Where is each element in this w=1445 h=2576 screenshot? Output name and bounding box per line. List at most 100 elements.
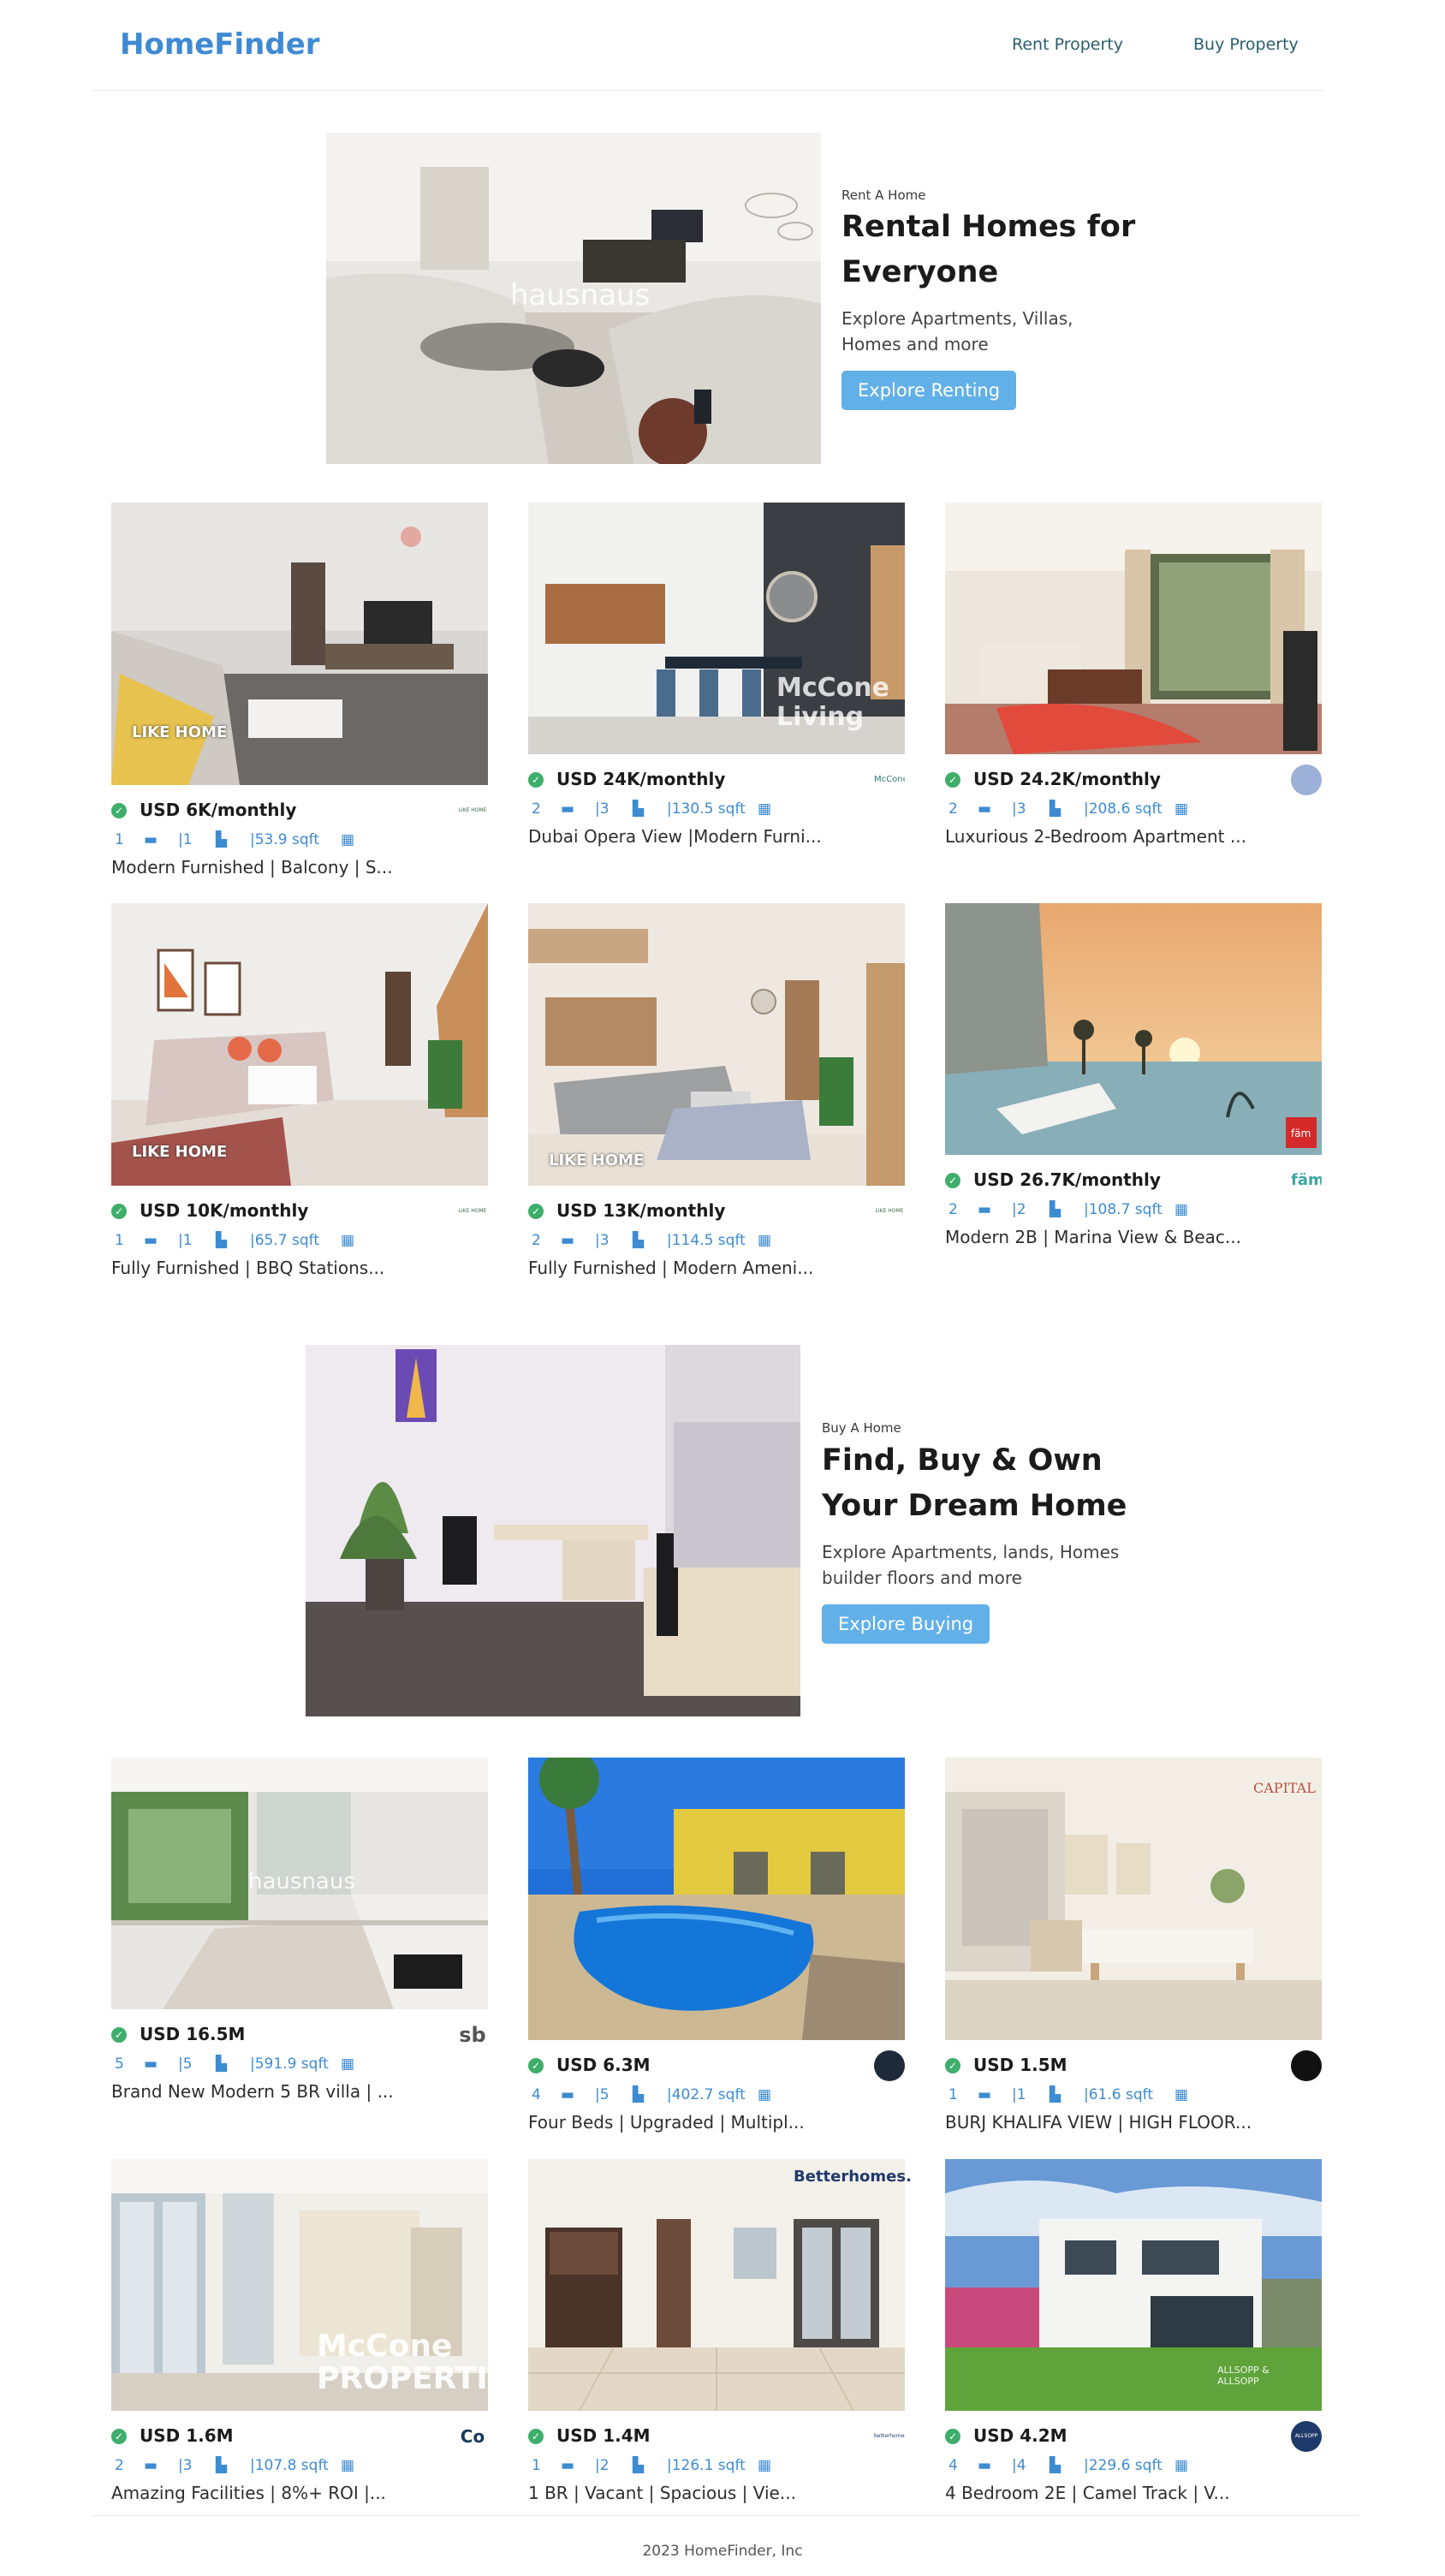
listing-image[interactable] xyxy=(528,2159,905,2411)
price-row: ✓ USD 1.6M Co xyxy=(111,2421,488,2452)
agent-logo: LIKE HOME xyxy=(457,795,488,826)
listing-title[interactable]: Luxurious 2-Bedroom Apartment ... xyxy=(945,826,1322,847)
bath-icon: ▙ xyxy=(633,800,645,818)
listing-image[interactable] xyxy=(528,1758,905,2040)
listing-title[interactable]: Fully Furnished | BBQ Stations... xyxy=(111,1258,488,1278)
listing-image[interactable] xyxy=(111,503,488,785)
listing-card[interactable]: LIKE HOME ✓ USD 13K/monthly LIKE HOME 2 … xyxy=(528,903,905,1278)
bed-icon: ▬ xyxy=(561,1232,575,1249)
baths-count: |3 xyxy=(595,800,610,818)
bed-icon: ▬ xyxy=(561,2457,575,2474)
listing-card[interactable]: LIKE HOME ✓ USD 10K/monthly LIKE HOME 1 … xyxy=(111,903,488,1278)
nav-rent-property-link[interactable]: Rent Property xyxy=(1012,35,1123,54)
listing-watermark: CAPITAL xyxy=(1253,1780,1316,1796)
area-value: |65.7 sqft xyxy=(250,1232,319,1249)
grid-icon: ▦ xyxy=(758,1232,772,1249)
listing-card[interactable]: LIKE HOME ✓ USD 6K/monthly LIKE HOME 1 ▬… xyxy=(111,503,488,878)
listing-title[interactable]: 1 BR | Vacant | Spacious | Vie... xyxy=(528,2483,905,2503)
price-row: ✓ USD 6.3M xyxy=(528,2050,905,2081)
listing-card[interactable]: hausnaus ✓ USD 16.5M sb 5 ▬ |5 ▙ |591.9 … xyxy=(111,1758,488,2102)
listing-price: USD 1.4M xyxy=(556,2425,651,2446)
bath-icon: ▙ xyxy=(1050,2457,1061,2474)
agent-logo xyxy=(874,2050,905,2081)
bath-icon: ▙ xyxy=(216,2457,228,2474)
baths-count: |3 xyxy=(1012,800,1026,818)
listing-watermark: fäm xyxy=(1291,1127,1311,1139)
listing-card[interactable]: Betterhomes. ✓ USD 1.4M betterhomes 1 ▬ … xyxy=(528,2159,912,2503)
beds-count: 2 xyxy=(948,1201,958,1218)
verified-check-icon: ✓ xyxy=(528,1204,544,1219)
beds-count: 2 xyxy=(948,800,958,818)
feature-row: 1 ▬ |1 ▙ |61.6 sqft ▦ xyxy=(945,2081,1322,2109)
listing-image[interactable] xyxy=(945,903,1322,1155)
listing-title[interactable]: Dubai Opera View |Modern Furni... xyxy=(528,826,905,847)
verified-check-icon: ✓ xyxy=(945,772,960,788)
explore-buying-button[interactable]: Explore Buying xyxy=(822,1604,990,1644)
baths-count: |1 xyxy=(1012,2086,1026,2103)
grid-icon: ▦ xyxy=(341,2055,355,2073)
verified-check-icon: ✓ xyxy=(111,2429,127,2444)
listing-card[interactable]: CAPITAL ✓ USD 1.5M 1 ▬ |1 ▙ |61.6 sqft ▦… xyxy=(945,1758,1322,2133)
verified-check-icon: ✓ xyxy=(528,2058,544,2073)
listing-card[interactable]: ✓ USD 24.2K/monthly 2 ▬ |3 ▙ |208.6 sqft… xyxy=(945,503,1322,847)
listing-watermark: Betterhomes. xyxy=(794,2168,912,2186)
listing-watermark: LIKE HOME xyxy=(132,1143,228,1161)
listing-card[interactable]: ALLSOPP & ALLSOPP ✓ USD 4.2M ALLSOPP 4 ▬… xyxy=(945,2159,1322,2503)
area-value: |130.5 sqft xyxy=(667,800,746,818)
listing-title[interactable]: Four Beds | Upgraded | Multipl... xyxy=(528,2112,905,2133)
area-value: |61.6 sqft xyxy=(1084,2086,1153,2103)
feature-row: 5 ▬ |5 ▙ |591.9 sqft ▦ xyxy=(111,2050,488,2078)
price-row: ✓ USD 1.4M betterhomes xyxy=(528,2421,905,2452)
brand-logo[interactable]: HomeFinder xyxy=(120,27,320,62)
listing-card[interactable]: McCone PROPERTIES ✓ USD 1.6M Co 2 ▬ |3 ▙… xyxy=(111,2159,531,2503)
area-value: |229.6 sqft xyxy=(1084,2457,1163,2474)
bath-icon: ▙ xyxy=(1050,2086,1061,2103)
price-row: ✓ USD 26.7K/monthly fäm xyxy=(945,1165,1322,1196)
listing-title[interactable]: Fully Furnished | Modern Ameni... xyxy=(528,1258,905,1278)
listing-title[interactable]: BURJ KHALIFA VIEW | HIGH FLOOR... xyxy=(945,2112,1322,2133)
listing-card[interactable]: ✓ USD 6.3M 4 ▬ |5 ▙ |402.7 sqft ▦ Four B… xyxy=(528,1758,905,2133)
agent-logo: fäm xyxy=(1291,1165,1322,1196)
agent-logo xyxy=(1291,2050,1322,2081)
beds-count: 1 xyxy=(115,1232,124,1249)
baths-count: |3 xyxy=(178,2457,193,2474)
listing-price: USD 4.2M xyxy=(973,2425,1067,2446)
listing-price: USD 6.3M xyxy=(556,2055,651,2075)
bed-icon: ▬ xyxy=(978,2086,992,2103)
feature-row: 2 ▬ |3 ▙ |114.5 sqft ▦ xyxy=(528,1227,905,1254)
listing-watermark: LIKE HOME xyxy=(132,723,228,741)
beds-count: 4 xyxy=(532,2086,541,2103)
verified-check-icon: ✓ xyxy=(528,772,544,788)
verified-check-icon: ✓ xyxy=(945,2058,960,2073)
explore-renting-button[interactable]: Explore Renting xyxy=(841,371,1017,410)
listing-image[interactable] xyxy=(945,503,1322,754)
listing-price: USD 6K/monthly xyxy=(140,800,297,820)
listing-image[interactable] xyxy=(528,903,905,1186)
beds-count: 5 xyxy=(115,2055,124,2073)
buy-hero-description: Explore Apartments, lands, Homes builder… xyxy=(822,1542,1120,1588)
footer-copyright: 2023 HomeFinder, Inc xyxy=(642,2543,803,2560)
listing-title[interactable]: Modern Furnished | Balcony | S... xyxy=(111,857,488,878)
listing-title[interactable]: Modern 2B | Marina View & Beac... xyxy=(945,1227,1322,1247)
listing-title[interactable]: 4 Bedroom 2E | Camel Track | V... xyxy=(945,2483,1322,2503)
verified-check-icon: ✓ xyxy=(945,2429,960,2444)
grid-icon: ▦ xyxy=(341,831,355,848)
baths-count: |3 xyxy=(595,1232,610,1249)
listing-watermark: McCone Living xyxy=(776,673,889,732)
area-value: |591.9 sqft xyxy=(250,2055,329,2073)
listing-title[interactable]: Brand New Modern 5 BR villa | ... xyxy=(111,2081,488,2102)
listing-card[interactable]: fäm ✓ USD 26.7K/monthly fäm 2 ▬ |2 ▙ |10… xyxy=(945,903,1322,1247)
area-value: |208.6 sqft xyxy=(1084,800,1163,818)
bath-icon: ▙ xyxy=(216,2055,228,2073)
beds-count: 1 xyxy=(532,2457,541,2474)
listing-title[interactable]: Amazing Facilities | 8%+ ROI |... xyxy=(111,2483,488,2503)
nav-buy-property-link[interactable]: Buy Property xyxy=(1193,35,1299,54)
listing-price: USD 24.2K/monthly xyxy=(973,769,1161,789)
listing-price: USD 10K/monthly xyxy=(140,1200,309,1221)
buy-hero-image xyxy=(306,1345,800,1716)
listing-image[interactable] xyxy=(945,1758,1322,2040)
listing-card[interactable]: McCone Living ✓ USD 24K/monthly McCone 2… xyxy=(528,503,905,847)
feature-row: 4 ▬ |5 ▙ |402.7 sqft ▦ xyxy=(528,2081,905,2109)
bed-icon: ▬ xyxy=(978,2457,992,2474)
baths-count: |1 xyxy=(178,1232,193,1249)
